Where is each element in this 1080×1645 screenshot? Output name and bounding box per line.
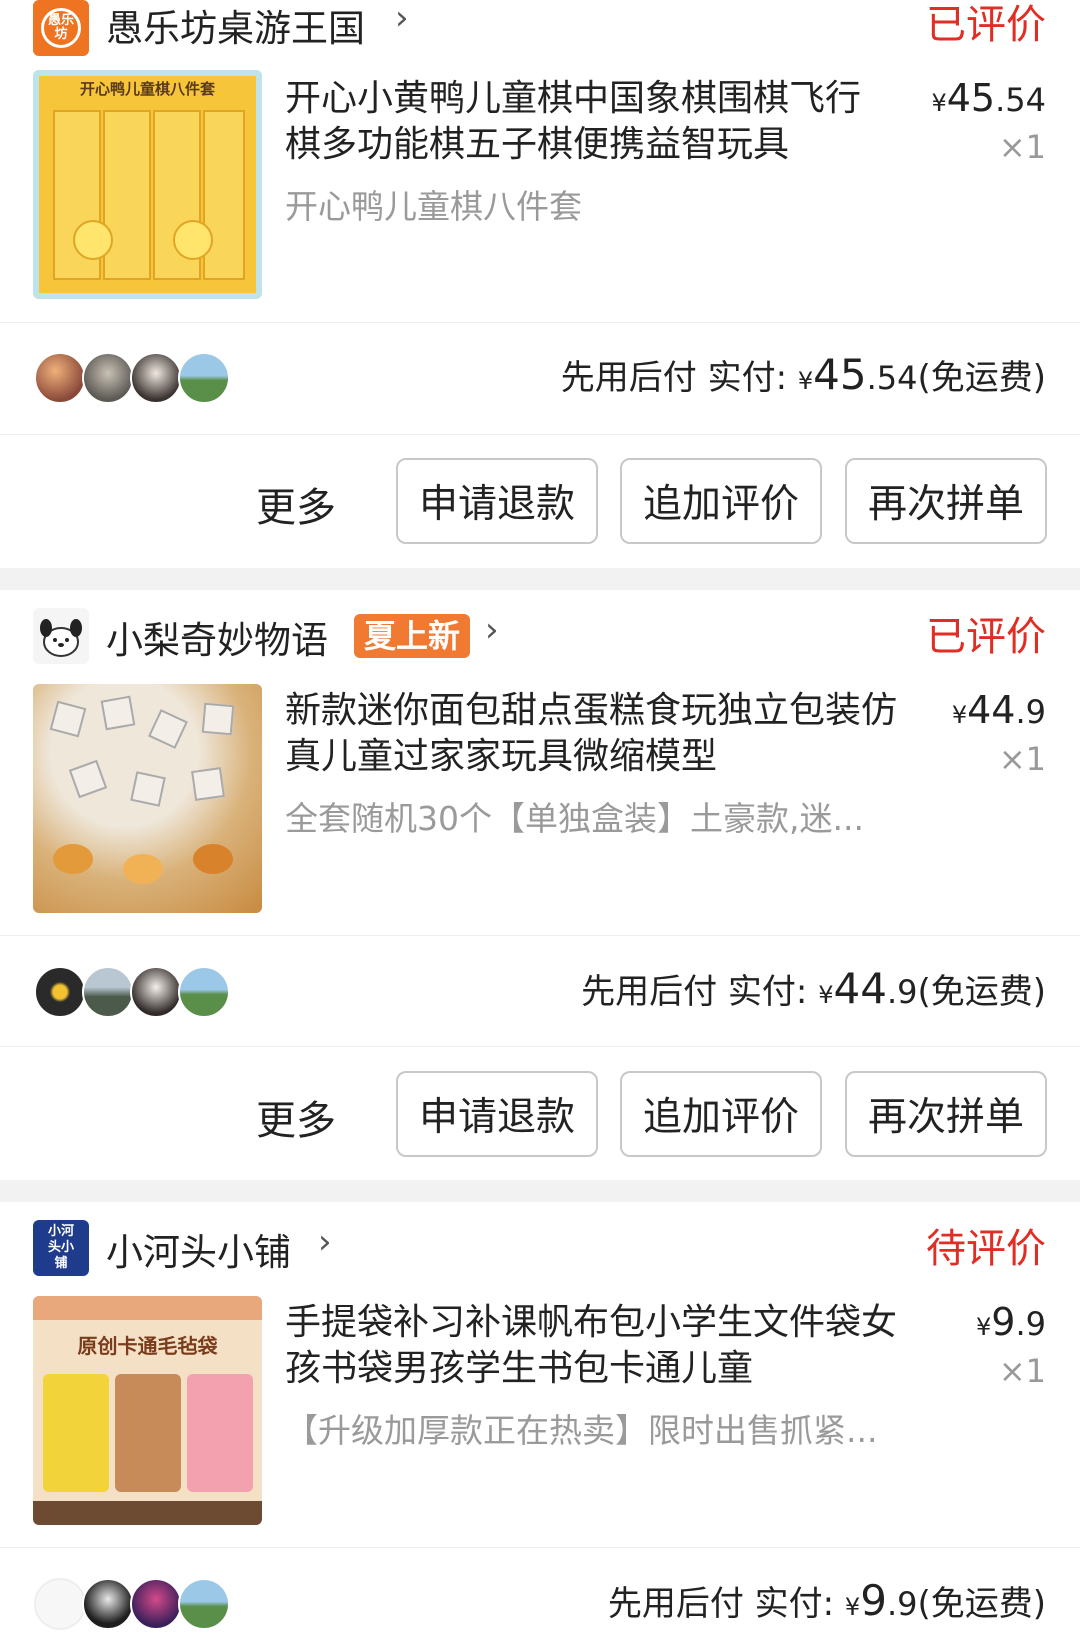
more-button[interactable]: 更多 <box>256 1088 336 1146</box>
avatar <box>178 966 230 1018</box>
chevron-right-icon[interactable]: › <box>485 610 499 650</box>
shipping-note: (免运费) <box>917 972 1046 1012</box>
review-status: 已评价 <box>926 614 1046 660</box>
price-currency: ¥ <box>951 701 968 729</box>
more-button[interactable]: 更多 <box>256 475 336 533</box>
payment-decimal: .9 <box>886 973 918 1011</box>
shipping-note: (免运费) <box>917 1584 1046 1624</box>
price-currency: ¥ <box>976 1313 992 1341</box>
price-currency: ¥ <box>931 89 947 117</box>
product-price: ¥44.9 <box>952 688 1046 732</box>
payment-currency: ¥ <box>797 367 814 395</box>
order-card: 小河头小铺 小河头小铺 › 待评价 原创卡通毛毡袋 手提袋补习补课帆布包小学生文… <box>0 1202 1080 1645</box>
payment-summary: 先用后付 实付: ¥44.9(免运费) <box>581 964 1046 1013</box>
price-decimal: .54 <box>995 81 1046 119</box>
avatar <box>34 966 86 1018</box>
payment-decimal: .54 <box>866 359 918 397</box>
product-variant: 开心鸭儿童棋八件套 <box>285 187 582 226</box>
shipping-note: (免运费) <box>917 358 1046 398</box>
payment-label: 先用后付 实付: <box>560 358 798 398</box>
shop-header[interactable]: 愚乐坊 愚乐坊桌游王国 › 已评价 <box>0 0 1080 56</box>
image-caption: 原创卡通毛毡袋 <box>77 1334 218 1358</box>
product-variant: 【升级加厚款正在热卖】限时出售抓紧... <box>285 1411 878 1450</box>
section-gap <box>0 568 1080 590</box>
order-card: 小梨奇妙物语 夏上新 › 已评价 新款迷你面包甜点蛋糕食玩独立包装仿真儿童过家家… <box>0 590 1080 1180</box>
product-image[interactable]: 开心鸭儿童棋八件套 <box>33 70 262 299</box>
product-quantity: ×1 <box>998 128 1046 166</box>
product-title[interactable]: 新款迷你面包甜点蛋糕食玩独立包装仿真儿童过家家玩具微缩模型 <box>285 688 925 780</box>
divider <box>0 1046 1080 1047</box>
order-card: 愚乐坊 愚乐坊桌游王国 › 已评价 开心鸭儿童棋八件套 开心小黄鸭儿童棋中国象棋… <box>0 0 1080 568</box>
price-integer: 9 <box>991 1300 1016 1344</box>
product-title[interactable]: 开心小黄鸭儿童棋中国象棋围棋飞行棋多功能棋五子棋便携益智玩具 <box>285 76 885 168</box>
avatar <box>82 352 134 404</box>
avatar <box>82 1578 134 1630</box>
shop-logo: 愚乐坊 <box>33 0 89 56</box>
add-review-button[interactable]: 追加评价 <box>620 458 822 544</box>
product-quantity: ×1 <box>998 1352 1046 1390</box>
divider <box>0 322 1080 323</box>
dog-mascot-icon <box>40 619 82 657</box>
product-price: ¥9.9 <box>976 1300 1046 1344</box>
avatar <box>82 966 134 1018</box>
avatar <box>178 1578 230 1630</box>
payment-label: 先用后付 实付: <box>607 1584 845 1624</box>
divider <box>0 935 1080 936</box>
group-avatars <box>34 966 234 1018</box>
payment-label: 先用后付 实付: <box>581 972 819 1012</box>
payment-currency: ¥ <box>818 981 834 1009</box>
price-integer: 45 <box>946 76 996 120</box>
avatar <box>178 352 230 404</box>
shop-logo <box>33 608 89 664</box>
product-image[interactable] <box>33 684 262 913</box>
shop-logo: 小河头小铺 <box>33 1220 89 1276</box>
payment-summary: 先用后付 实付: ¥45.54(免运费) <box>561 350 1046 399</box>
shop-name[interactable]: 小河头小铺 <box>106 1222 291 1276</box>
shop-name[interactable]: 小梨奇妙物语 <box>106 610 328 664</box>
review-status: 已评价 <box>926 2 1046 48</box>
payment-integer: 44 <box>833 964 887 1013</box>
payment-summary: 先用后付 实付: ¥9.9(免运费) <box>608 1576 1046 1625</box>
payment-integer: 45 <box>813 350 867 399</box>
refund-button[interactable]: 申请退款 <box>396 1071 598 1157</box>
payment-integer: 9 <box>860 1576 887 1625</box>
payment-currency: ¥ <box>844 1593 861 1621</box>
product-quantity: ×1 <box>998 740 1046 778</box>
price-integer: 44 <box>967 688 1016 732</box>
shop-logo-text: 小河头小铺 <box>47 1224 74 1271</box>
image-caption: 开心鸭儿童棋八件套 <box>79 80 215 98</box>
avatar <box>130 1578 182 1630</box>
chevron-right-icon[interactable]: › <box>395 0 409 38</box>
shop-tag: 夏上新 <box>354 614 471 658</box>
refund-button[interactable]: 申请退款 <box>396 458 598 544</box>
product-image[interactable]: 原创卡通毛毡袋 <box>33 1296 262 1525</box>
section-gap <box>0 1180 1080 1202</box>
review-status: 待评价 <box>926 1226 1046 1272</box>
reorder-button[interactable]: 再次拼单 <box>845 1071 1047 1157</box>
shop-header[interactable]: 小河头小铺 小河头小铺 › 待评价 <box>0 1220 1080 1280</box>
price-decimal: .9 <box>1015 693 1046 731</box>
product-price: ¥45.54 <box>931 76 1046 120</box>
divider <box>0 1547 1080 1548</box>
price-decimal: .9 <box>1015 1305 1046 1343</box>
avatar <box>130 352 182 404</box>
group-avatars <box>34 352 234 404</box>
avatar <box>34 1578 86 1630</box>
divider <box>0 434 1080 435</box>
shop-name[interactable]: 愚乐坊桌游王国 <box>106 0 365 52</box>
payment-decimal: .9 <box>886 1585 918 1623</box>
avatar <box>130 966 182 1018</box>
avatar <box>34 352 86 404</box>
chevron-right-icon[interactable]: › <box>318 1222 332 1262</box>
group-avatars <box>34 1578 234 1630</box>
product-variant: 全套随机30个【单独盒装】土豪款,迷... <box>285 799 864 838</box>
product-title[interactable]: 手提袋补习补课帆布包小学生文件袋女孩书袋男孩学生书包卡通儿童 <box>285 1300 925 1392</box>
add-review-button[interactable]: 追加评价 <box>620 1071 822 1157</box>
reorder-button[interactable]: 再次拼单 <box>845 458 1047 544</box>
shop-logo-text: 愚乐坊 <box>41 8 81 48</box>
shop-header[interactable]: 小梨奇妙物语 夏上新 › 已评价 <box>0 608 1080 668</box>
